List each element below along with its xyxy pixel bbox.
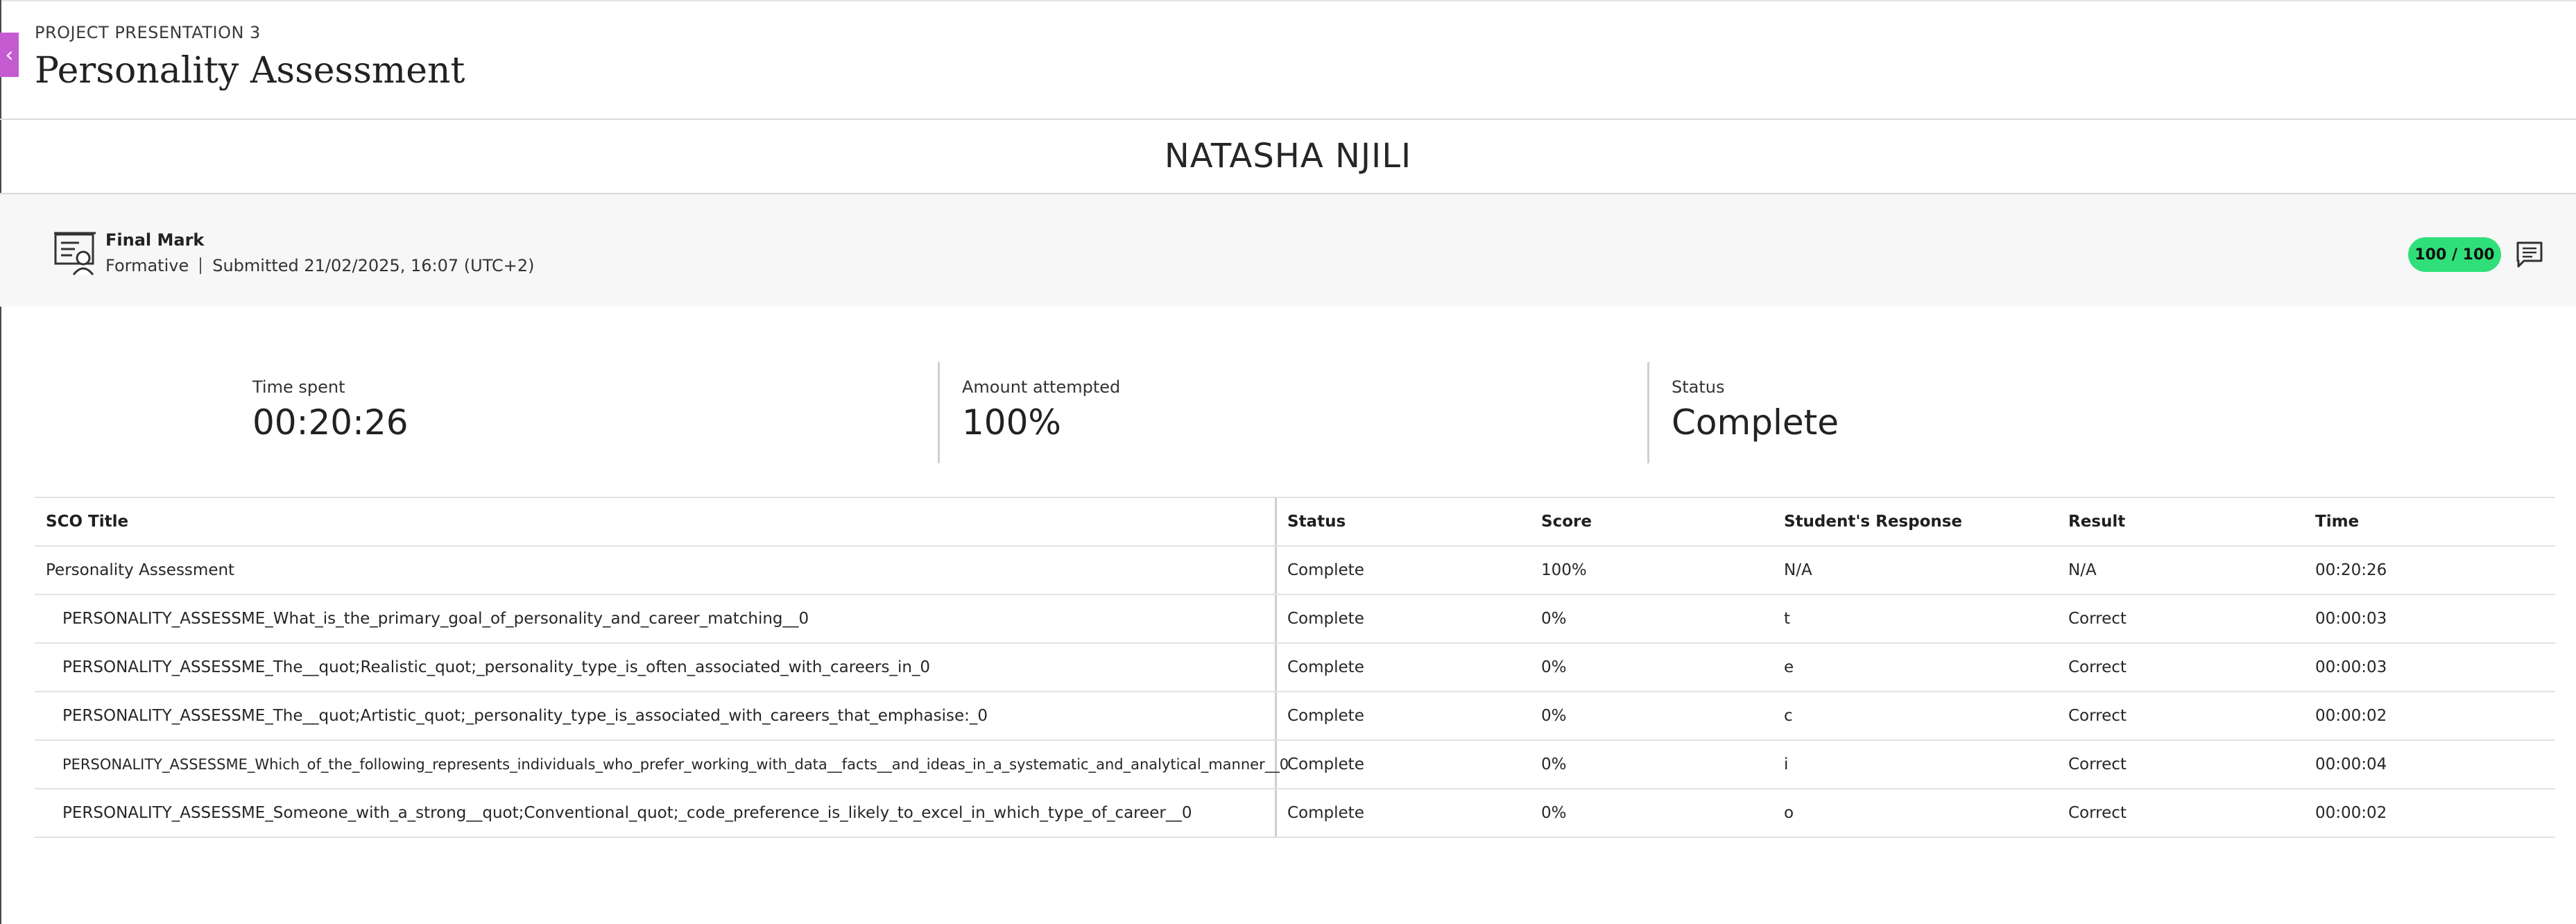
table-row: PERSONALITY_ASSESSME_Someone_with_a_stro… [35, 789, 2555, 838]
sco-title: PERSONALITY_ASSESSME_What_is_the_primary… [62, 610, 809, 628]
column-divider [1275, 692, 1277, 739]
column-divider [1275, 789, 1277, 837]
sco-title: PERSONALITY_ASSESSME_The__quot;Realistic… [62, 658, 931, 676]
table-header: SCO Title Status Score Student's Respons… [35, 497, 2555, 547]
sco-status: Complete [1287, 804, 1364, 822]
feedback-icon[interactable] [2516, 241, 2543, 268]
final-mark-bar: Final Mark Formative Submitted 21/02/202… [0, 194, 2576, 307]
stat-divider [1647, 362, 1649, 463]
page-title: Personality Assessment [35, 50, 465, 92]
sco-title: Personality Assessment [46, 561, 235, 579]
sco-result: Correct [2068, 755, 2127, 773]
sco-time: 00:00:02 [2315, 707, 2387, 725]
sco-response: o [1784, 804, 1794, 822]
sco-result: Correct [2068, 804, 2127, 822]
column-divider [1275, 498, 1277, 545]
sco-status: Complete [1287, 561, 1364, 579]
submission-meta: Formative Submitted 21/02/2025, 16:07 (U… [105, 256, 534, 275]
assignment-icon [54, 232, 96, 275]
sco-time: 00:20:26 [2315, 561, 2387, 579]
stat-divider [938, 362, 940, 463]
column-header-status[interactable]: Status [1287, 498, 1346, 545]
course-name: PROJECT PRESENTATION 3 [35, 23, 261, 42]
sco-score: 0% [1541, 610, 1567, 628]
sco-time: 00:00:03 [2315, 610, 2387, 628]
stat-label: Time spent [252, 377, 345, 397]
column-header-sco-title[interactable]: SCO Title [46, 498, 128, 545]
stat-label: Amount attempted [962, 377, 1121, 397]
column-header-time[interactable]: Time [2315, 498, 2359, 545]
column-divider [1275, 547, 1277, 594]
column-header-result[interactable]: Result [2068, 498, 2125, 545]
column-divider [1275, 595, 1277, 642]
table-row: PERSONALITY_ASSESSME_Which_of_the_follow… [35, 741, 2555, 789]
sco-response: c [1784, 707, 1793, 725]
sco-response: e [1784, 658, 1794, 676]
table-row: Personality Assessment Complete 100% N/A… [35, 547, 2555, 595]
student-name: NATASHA NJILI [1164, 137, 1412, 176]
score-badge: 100 / 100 [2408, 237, 2501, 272]
sco-status: Complete [1287, 707, 1364, 725]
sco-title: PERSONALITY_ASSESSME_The__quot;Artistic_… [62, 707, 988, 725]
sco-time: 00:00:02 [2315, 804, 2387, 822]
sco-score: 0% [1541, 755, 1567, 773]
submitted-date: Submitted 21/02/2025, 16:07 (UTC+2) [212, 256, 535, 275]
final-mark-label: Final Mark [105, 230, 205, 250]
stat-label: Status [1672, 377, 1725, 397]
stat-value: 00:20:26 [252, 402, 409, 443]
sco-result: Correct [2068, 610, 2127, 628]
chevron-left-icon: ‹ [5, 42, 14, 67]
sco-table: SCO Title Status Score Student's Respons… [35, 497, 2555, 838]
sco-score: 0% [1541, 804, 1567, 822]
sco-response: i [1784, 755, 1789, 773]
back-button[interactable]: ‹ [0, 33, 19, 77]
sco-result: N/A [2068, 561, 2097, 579]
page-header: PROJECT PRESENTATION 3 Personality Asses… [0, 0, 2576, 120]
sco-score: 100% [1541, 561, 1587, 579]
sco-response: t [1784, 610, 1791, 628]
table-row: PERSONALITY_ASSESSME_What_is_the_primary… [35, 595, 2555, 644]
column-divider [1275, 644, 1277, 691]
column-header-response[interactable]: Student's Response [1784, 498, 1962, 545]
sco-time: 00:00:03 [2315, 658, 2387, 676]
table-row: PERSONALITY_ASSESSME_The__quot;Realistic… [35, 644, 2555, 692]
assessment-type: Formative [105, 256, 189, 275]
sco-score: 0% [1541, 707, 1567, 725]
sco-title: PERSONALITY_ASSESSME_Someone_with_a_stro… [62, 804, 1192, 822]
sco-status: Complete [1287, 610, 1364, 628]
sco-time: 00:00:04 [2315, 755, 2387, 773]
stat-value: Complete [1672, 402, 1839, 443]
sco-response: N/A [1784, 561, 1812, 579]
sco-result: Correct [2068, 707, 2127, 725]
sco-status: Complete [1287, 755, 1364, 773]
sco-result: Correct [2068, 658, 2127, 676]
column-header-score[interactable]: Score [1541, 498, 1592, 545]
stat-value: 100% [962, 402, 1061, 443]
sco-score: 0% [1541, 658, 1567, 676]
meta-divider [200, 257, 202, 274]
sco-title: PERSONALITY_ASSESSME_Which_of_the_follow… [62, 756, 1289, 773]
attempt-summary: Time spent 00:20:26 Amount attempted 100… [0, 362, 2576, 463]
student-banner: NATASHA NJILI [0, 119, 2576, 194]
sco-status: Complete [1287, 658, 1364, 676]
table-row: PERSONALITY_ASSESSME_The__quot;Artistic_… [35, 692, 2555, 741]
